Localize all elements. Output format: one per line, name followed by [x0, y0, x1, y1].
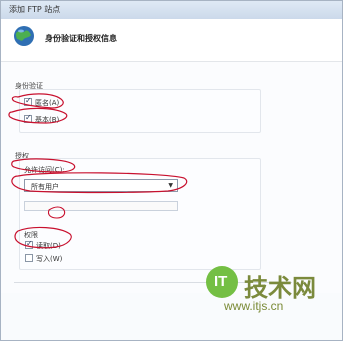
- title-bar: 添加 FTP 站点: [1, 1, 342, 20]
- user-filter-input[interactable]: [24, 201, 178, 211]
- read-checkbox[interactable]: ✓: [25, 239, 33, 249]
- anonymous-label: 匿名(A): [35, 99, 60, 107]
- check-icon: ✓: [25, 113, 32, 122]
- basic-label: 基本(B): [35, 116, 60, 124]
- brand-text: 技术网: [244, 273, 316, 302]
- write-label: 写入(W): [36, 255, 63, 263]
- page-title: 身份验证和授权信息: [45, 34, 117, 43]
- check-icon: ✓: [25, 96, 32, 105]
- check-icon: ✓: [26, 239, 33, 248]
- globe-icon: [14, 26, 34, 46]
- allow-access-select[interactable]: 所有用户 ▼: [24, 179, 178, 192]
- chevron-down-icon: ▼: [168, 182, 173, 189]
- allow-access-value: 所有用户: [31, 183, 59, 191]
- watermark: IT 技术网 www.itjs.cn: [184, 266, 336, 313]
- window-title: 添加 FTP 站点: [9, 5, 61, 14]
- logo-text: IT: [214, 273, 228, 290]
- allow-access-label: 允许访问(C):: [24, 166, 65, 174]
- basic-checkbox[interactable]: ✓: [24, 113, 32, 123]
- write-checkbox[interactable]: [25, 254, 33, 262]
- read-label: 读取(D): [36, 242, 61, 250]
- site-url: www.itjs.cn: [224, 299, 284, 313]
- anonymous-checkbox[interactable]: ✓: [24, 96, 32, 106]
- site-logo: IT: [206, 266, 238, 298]
- auth-group: [19, 89, 261, 133]
